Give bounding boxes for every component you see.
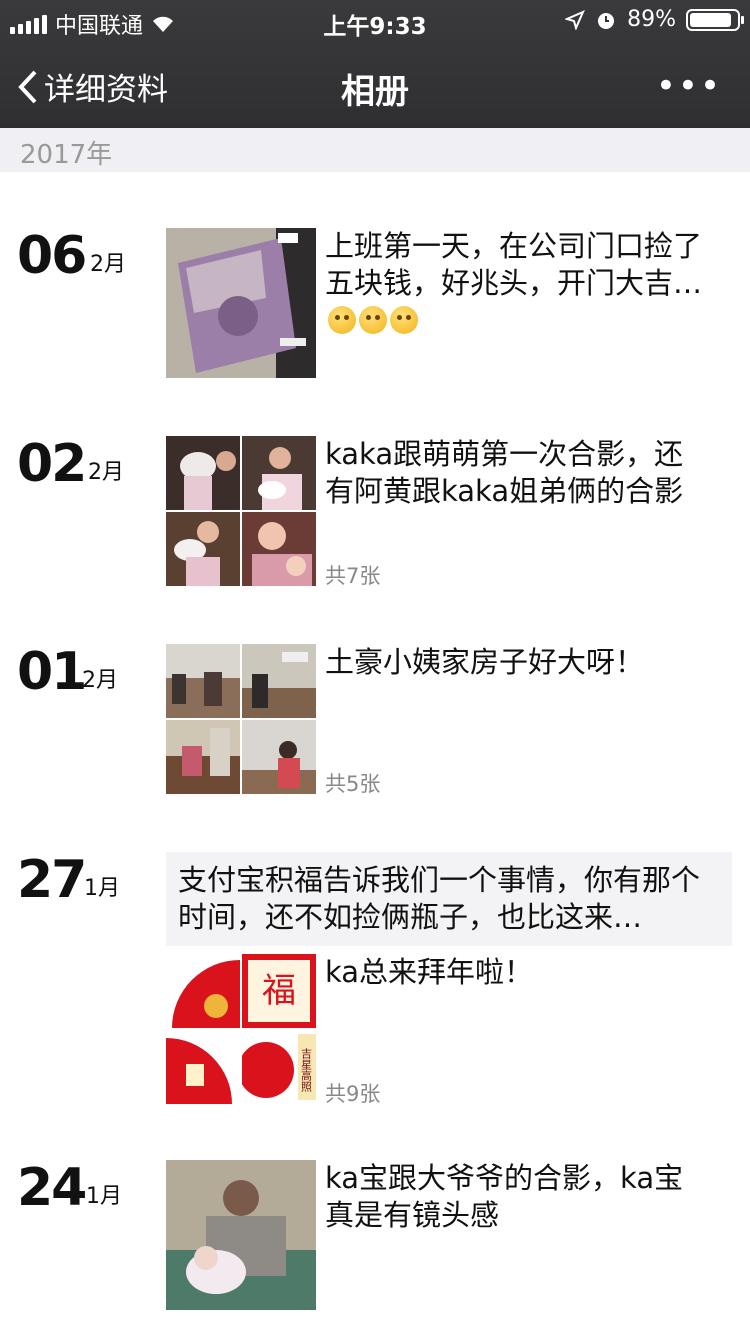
blessing-card-text: 吉星高照 [300, 1048, 313, 1093]
photo-thumbnail: 吉星高照 [242, 1030, 316, 1104]
photo-thumbnail [166, 1030, 240, 1104]
status-bar: 中国联通 上午9:33 89% [0, 0, 750, 40]
battery-fill [690, 12, 731, 27]
post-caption: 上班第一天，在公司门口捡了五块钱，好兆头，开门大吉… [325, 229, 703, 300]
photo-thumbnail [166, 720, 240, 794]
post-caption: ka总来拜年啦！ [325, 955, 534, 989]
entry-month: 2月 [82, 668, 118, 693]
thinking-emoji-icon [390, 306, 418, 334]
photo-thumbnail [242, 436, 316, 510]
post-text: 上班第一天，在公司门口捡了五块钱，好兆头，开门大吉… [325, 228, 705, 339]
fu-character: 福 [262, 971, 296, 1011]
more-button[interactable]: ••• [656, 66, 722, 106]
photo-thumbnail [166, 954, 240, 1028]
family-photo [166, 1160, 316, 1310]
entry-day: 06 [17, 226, 87, 286]
photo-thumbnail [166, 512, 240, 586]
photo-grid[interactable]: 福 吉星高照 [166, 954, 316, 1104]
photo-thumbnail [242, 644, 316, 718]
entry-day: 01 [17, 642, 87, 702]
post-caption: ka宝跟大爷爷的合影，ka宝真是有镜头感 [325, 1161, 684, 1232]
entry-month: 2月 [88, 460, 124, 485]
photo-count: 共5张 [325, 772, 381, 796]
battery-percent: 89% [627, 7, 676, 32]
photo-thumbnail [242, 512, 316, 586]
status-right: 89% [565, 7, 744, 32]
photo-count: 共9张 [325, 1082, 381, 1106]
thinking-emoji-icon [328, 306, 356, 334]
entry-month: 1月 [86, 1184, 122, 1209]
photo-grid[interactable] [166, 436, 316, 586]
photo-thumbnail: 福 [242, 954, 316, 1028]
photo-count: 共7张 [325, 564, 381, 588]
entry-day: 02 [17, 434, 87, 494]
thinking-emoji-icon [359, 306, 387, 334]
entry-day: 27 [17, 850, 87, 910]
nav-bar: 详细资料 相册 ••• [0, 40, 750, 128]
shared-link[interactable]: 支付宝积福告诉我们一个事情，你有那个时间，还不如捡俩瓶子，也比这来… [166, 852, 732, 946]
entry-month: 2月 [90, 252, 126, 277]
photo-thumbnail [242, 720, 316, 794]
page-title: 相册 [341, 72, 409, 112]
entry-month: 1月 [84, 876, 120, 901]
header: 中国联通 上午9:33 89% 详细资料 相册 ••• [0, 0, 750, 128]
entry-day: 24 [17, 1158, 87, 1218]
year-section-header: 2017年 [0, 128, 750, 172]
location-icon [565, 9, 586, 30]
photo-thumbnail [166, 436, 240, 510]
alarm-icon [598, 12, 615, 29]
post-caption: 土豪小姨家房子好大呀！ [325, 645, 645, 679]
photo-thumbnail[interactable] [166, 1160, 316, 1310]
year-label: 2017年 [20, 140, 113, 170]
photo-grid[interactable] [166, 644, 316, 794]
post-caption: kaka跟萌萌第一次合影，还有阿黄跟kaka姐弟俩的合影 [325, 437, 684, 508]
photo-thumbnail [166, 644, 240, 718]
banknote-photo [166, 228, 316, 378]
photo-thumbnail[interactable] [166, 228, 316, 378]
battery-icon [686, 8, 744, 31]
shared-link-text: 支付宝积福告诉我们一个事情，你有那个时间，还不如捡俩瓶子，也比这来… [178, 863, 701, 934]
